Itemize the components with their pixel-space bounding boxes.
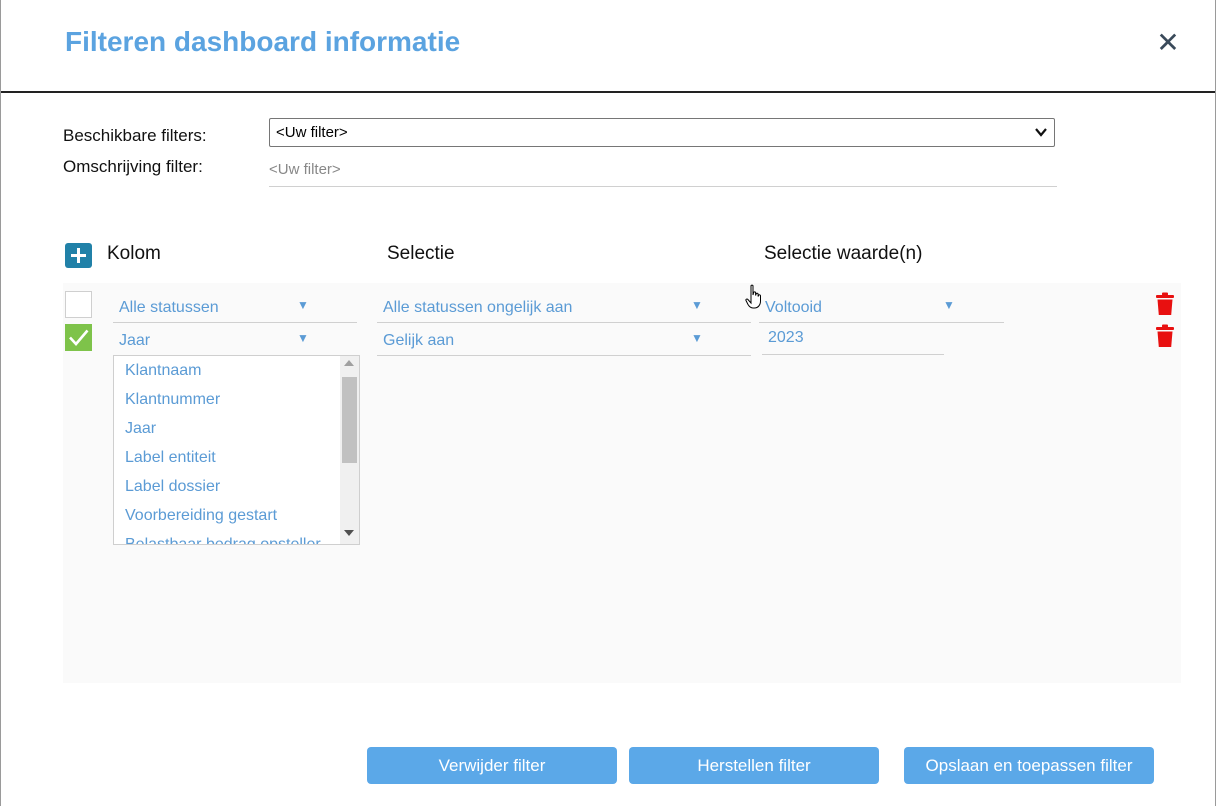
- dropdown-arrow-icon: ▼: [297, 331, 309, 345]
- column-header-selectie: Selectie: [387, 243, 455, 264]
- save-apply-filter-button[interactable]: Opslaan en toepassen filter: [904, 747, 1154, 784]
- dialog-title: Filteren dashboard informatie: [65, 26, 461, 57]
- column-options-list[interactable]: Klantnaam Klantnummer Jaar Label entitei…: [113, 355, 360, 545]
- trash-icon[interactable]: [1155, 324, 1175, 348]
- dropdown-arrow-icon: ▼: [691, 298, 703, 312]
- list-scrollbar[interactable]: [340, 356, 359, 544]
- kolom-value: Alle statussen: [119, 299, 219, 316]
- list-item[interactable]: Voorbereiding gestart: [125, 507, 277, 525]
- available-filters-value: <Uw filter>: [276, 124, 348, 141]
- selectie-value: Alle statussen ongelijk aan: [383, 299, 573, 316]
- selectie-dropdown[interactable]: Alle statussen ongelijk aan ▼: [377, 291, 751, 323]
- available-filters-select[interactable]: <Uw filter>: [269, 118, 1055, 147]
- row-checkbox[interactable]: [65, 291, 92, 318]
- trash-icon[interactable]: [1155, 292, 1175, 316]
- scroll-down-icon[interactable]: [344, 530, 354, 536]
- list-item[interactable]: Jaar: [125, 420, 156, 438]
- kolom-dropdown[interactable]: Alle statussen ▼: [113, 291, 357, 323]
- chevron-down-icon: [1035, 128, 1047, 137]
- delete-filter-button[interactable]: Verwijder filter: [367, 747, 617, 784]
- hand-cursor-icon: [745, 284, 761, 309]
- kolom-dropdown[interactable]: Jaar ▼: [113, 324, 357, 356]
- list-item[interactable]: Klantnaam: [125, 362, 202, 380]
- dropdown-arrow-icon: ▼: [297, 298, 309, 312]
- close-icon[interactable]: ✕: [1153, 28, 1183, 58]
- description-input[interactable]: [269, 152, 1057, 187]
- description-label: Omschrijving filter:: [63, 157, 203, 176]
- available-filters-label: Beschikbare filters:: [63, 126, 207, 145]
- scroll-up-icon[interactable]: [344, 360, 354, 366]
- list-item[interactable]: Label entiteit: [125, 449, 216, 467]
- waarde-input-value: 2023: [768, 329, 804, 346]
- dropdown-arrow-icon: ▼: [691, 331, 703, 345]
- check-icon: [69, 329, 89, 346]
- reset-filter-button[interactable]: Herstellen filter: [629, 747, 879, 784]
- dropdown-arrow-icon: ▼: [943, 298, 955, 312]
- row-checkbox[interactable]: [65, 324, 92, 351]
- kolom-value: Jaar: [119, 332, 151, 349]
- header-divider: [1, 91, 1215, 93]
- list-item[interactable]: Label dossier: [125, 478, 220, 496]
- scroll-thumb[interactable]: [342, 377, 357, 463]
- filter-dialog: Filteren dashboard informatie ✕ Beschikb…: [0, 0, 1216, 806]
- waarde-value: Voltooid: [765, 299, 822, 316]
- list-item[interactable]: Belastbaar bedrag opsteller: [125, 536, 321, 544]
- selectie-value: Gelijk aan: [383, 332, 455, 349]
- selectie-dropdown[interactable]: Gelijk aan ▼: [377, 324, 751, 356]
- list-item[interactable]: Klantnummer: [125, 391, 220, 409]
- column-header-kolom: Kolom: [107, 243, 161, 264]
- column-header-waarde: Selectie waarde(n): [764, 243, 923, 264]
- waarde-input[interactable]: 2023: [762, 324, 944, 355]
- waarde-dropdown[interactable]: Voltooid ▼: [759, 291, 1004, 323]
- add-row-button[interactable]: [65, 243, 92, 268]
